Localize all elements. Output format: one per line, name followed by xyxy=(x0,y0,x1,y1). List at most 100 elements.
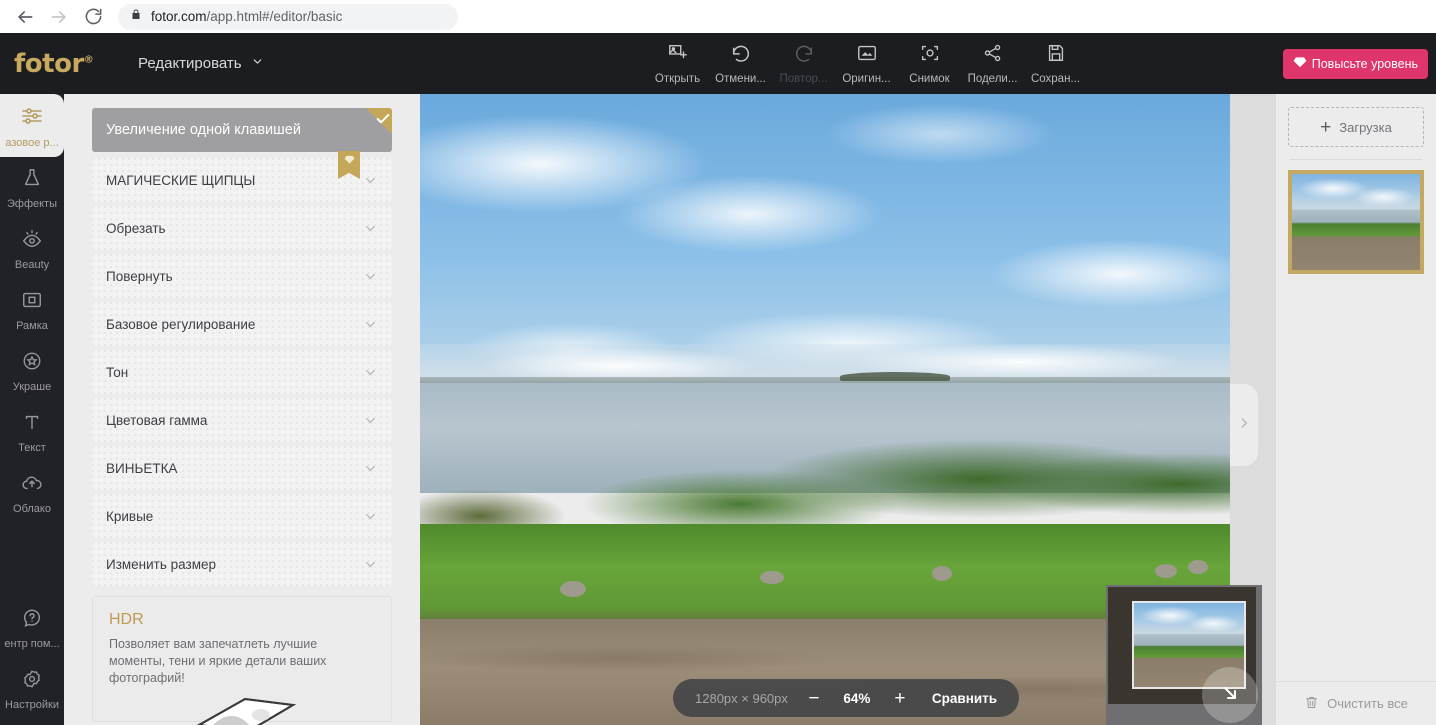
panel-section-resize-label: Изменить размер xyxy=(106,556,216,572)
sidebar-item-decorations-label: Украше xyxy=(12,381,52,393)
back-button[interactable] xyxy=(8,2,42,32)
panel-section-color-gamut[interactable]: Цветовая гамма xyxy=(92,398,392,442)
sidebar-item-settings[interactable]: Настройки xyxy=(0,658,64,719)
zoom-out-button[interactable]: − xyxy=(806,689,822,708)
image-thumbnail-preview xyxy=(1292,174,1420,270)
clear-all-label: Очистить все xyxy=(1327,696,1408,711)
photo-rock xyxy=(1188,560,1208,574)
sidebar-item-effects[interactable]: Эффекты xyxy=(0,157,64,218)
sticker-star-icon xyxy=(21,350,43,377)
left-tools-panel: Увеличение одной клавишей МАГИЧЕСКИЕ ЩИП… xyxy=(64,94,420,725)
photo-rock xyxy=(760,571,784,584)
sidebar-item-help-center-label: ентр пом... xyxy=(4,638,60,650)
panel-section-resize[interactable]: Изменить размер xyxy=(92,542,392,586)
zoom-toolbar: 1280px × 960px − 64% + Сравнить xyxy=(673,679,1020,717)
upgrade-label: Повысьте уровень xyxy=(1311,56,1418,71)
zoom-level-label: 64% xyxy=(843,690,871,706)
toolbar-share-button[interactable]: Подели... xyxy=(961,42,1024,85)
toolbar-snapshot-button[interactable]: Снимок xyxy=(898,42,961,85)
share-icon xyxy=(982,42,1004,69)
toolbar-snapshot-label: Снимок xyxy=(909,73,950,85)
panel-section-magic-clipper-label: МАГИЧЕСКИЕ ЩИПЦЫ xyxy=(106,172,256,188)
upgrade-button[interactable]: Повысьте уровень xyxy=(1282,48,1428,79)
toolbar-save-button[interactable]: Сохран... xyxy=(1024,42,1087,85)
toolbar-open-button[interactable]: Открыть xyxy=(646,42,709,85)
toolbar-undo-button[interactable]: Отмени... xyxy=(709,42,772,85)
edit-menu-dropdown[interactable]: Редактировать xyxy=(138,55,264,72)
navigator-panel[interactable] xyxy=(1106,585,1262,725)
toolbar-redo-label: Повтор... xyxy=(779,73,828,85)
panel-section-curves[interactable]: Кривые xyxy=(92,494,392,538)
hdr-promo-card: HDR Позволяет вам запечатлеть лучшие мом… xyxy=(92,596,392,725)
photo-rock xyxy=(932,566,952,581)
chevron-down-icon xyxy=(251,55,264,72)
photo-rock xyxy=(560,581,586,597)
panel-section-one-tap-enhance[interactable]: Увеличение одной клавишей xyxy=(92,108,392,152)
frame-icon xyxy=(21,289,43,316)
chevron-down-icon xyxy=(363,461,378,476)
clear-all-button[interactable]: Очистить все xyxy=(1276,681,1436,725)
sidebar-item-decorations[interactable]: Украше xyxy=(0,340,64,401)
photo-islet xyxy=(840,372,950,381)
sidebar-item-frame[interactable]: Рамка xyxy=(0,279,64,340)
panel-section-vignette[interactable]: ВИНЬЕТКА xyxy=(92,446,392,490)
gear-icon xyxy=(21,668,43,695)
panel-section-color-gamut-label: Цветовая гамма xyxy=(106,412,208,428)
toolbar-original-label: Оригин... xyxy=(842,73,891,85)
chevron-down-icon xyxy=(363,557,378,572)
trash-icon xyxy=(1304,695,1319,713)
panel-section-basic-adjust[interactable]: Базовое регулирование xyxy=(92,302,392,346)
panel-section-crop-label: Обрезать xyxy=(106,220,166,236)
toolbar-original-button[interactable]: Оригин... xyxy=(835,42,898,85)
sidebar-item-cloud[interactable]: Облако xyxy=(0,462,64,523)
panel-section-crop[interactable]: Обрезать xyxy=(92,206,392,250)
toolbar-redo-button[interactable]: Повтор... xyxy=(772,42,835,85)
logo-text: fotor xyxy=(14,48,84,79)
image-thumbnail[interactable] xyxy=(1288,170,1424,274)
chevron-down-icon xyxy=(363,221,378,236)
edit-menu-label: Редактировать xyxy=(138,55,242,72)
navigator-collapse-button[interactable] xyxy=(1202,667,1258,723)
chevron-down-icon xyxy=(363,509,378,524)
fotor-logo[interactable]: fotor® xyxy=(14,49,110,79)
sidebar-item-beauty-label: Beauty xyxy=(14,259,50,271)
sidebar-item-effects-label: Эффекты xyxy=(6,198,57,210)
url-domain: fotor.com xyxy=(151,9,207,24)
sidebar-item-cloud-label: Облако xyxy=(13,503,51,515)
zoom-in-button[interactable]: + xyxy=(892,689,908,708)
chevron-down-icon xyxy=(363,365,378,380)
url-text: fotor.com/app.html#/editor/basic xyxy=(151,9,342,24)
sidebar-item-text-label: Текст xyxy=(18,442,46,454)
lock-icon xyxy=(130,8,142,26)
sidebar-item-help-center[interactable]: ентр пом... xyxy=(0,597,64,658)
hdr-promo-description: Позволяет вам запечатлеть лучшие моменты… xyxy=(109,637,327,685)
url-path: /app.html#/editor/basic xyxy=(206,9,343,24)
compare-button[interactable]: Сравнить xyxy=(932,691,997,706)
panel-section-basic-adjust-label: Базовое регулирование xyxy=(106,316,256,332)
sidebar-item-frame-label: Рамка xyxy=(16,320,48,332)
chevron-right-icon xyxy=(1237,416,1251,435)
reload-button[interactable] xyxy=(76,2,110,32)
panel-section-rotate[interactable]: Повернуть xyxy=(92,254,392,298)
flask-icon xyxy=(21,167,43,194)
canvas-collapse-handle[interactable] xyxy=(1230,384,1258,466)
browser-chrome: fotor.com/app.html#/editor/basic xyxy=(0,0,1436,33)
forward-button[interactable] xyxy=(42,2,76,32)
panel-section-one-tap-enhance-label: Увеличение одной клавишей xyxy=(106,122,301,138)
panel-section-vignette-label: ВИНЬЕТКА xyxy=(106,460,178,476)
applied-check-corner xyxy=(366,108,392,134)
upload-button[interactable]: + Загрузка xyxy=(1288,107,1424,147)
chevron-down-icon xyxy=(363,269,378,284)
sliders-icon xyxy=(20,104,44,133)
toolbar-open-label: Открыть xyxy=(654,73,701,85)
text-t-icon xyxy=(21,411,43,438)
sidebar-item-text[interactable]: Текст xyxy=(0,401,64,462)
sidebar-item-basic-edit[interactable]: азовое р... xyxy=(0,94,64,157)
address-bar[interactable]: fotor.com/app.html#/editor/basic xyxy=(118,3,458,30)
panel-section-tone[interactable]: Тон xyxy=(92,350,392,394)
panel-section-magic-clipper[interactable]: МАГИЧЕСКИЕ ЩИПЦЫ xyxy=(92,151,392,202)
editor-toolbar: Открыть Отмени... Повтор... Оригин... Сн… xyxy=(646,42,1087,85)
chevron-down-icon xyxy=(363,173,378,188)
sidebar-item-beauty[interactable]: Beauty xyxy=(0,218,64,279)
plus-icon: + xyxy=(1320,116,1332,138)
